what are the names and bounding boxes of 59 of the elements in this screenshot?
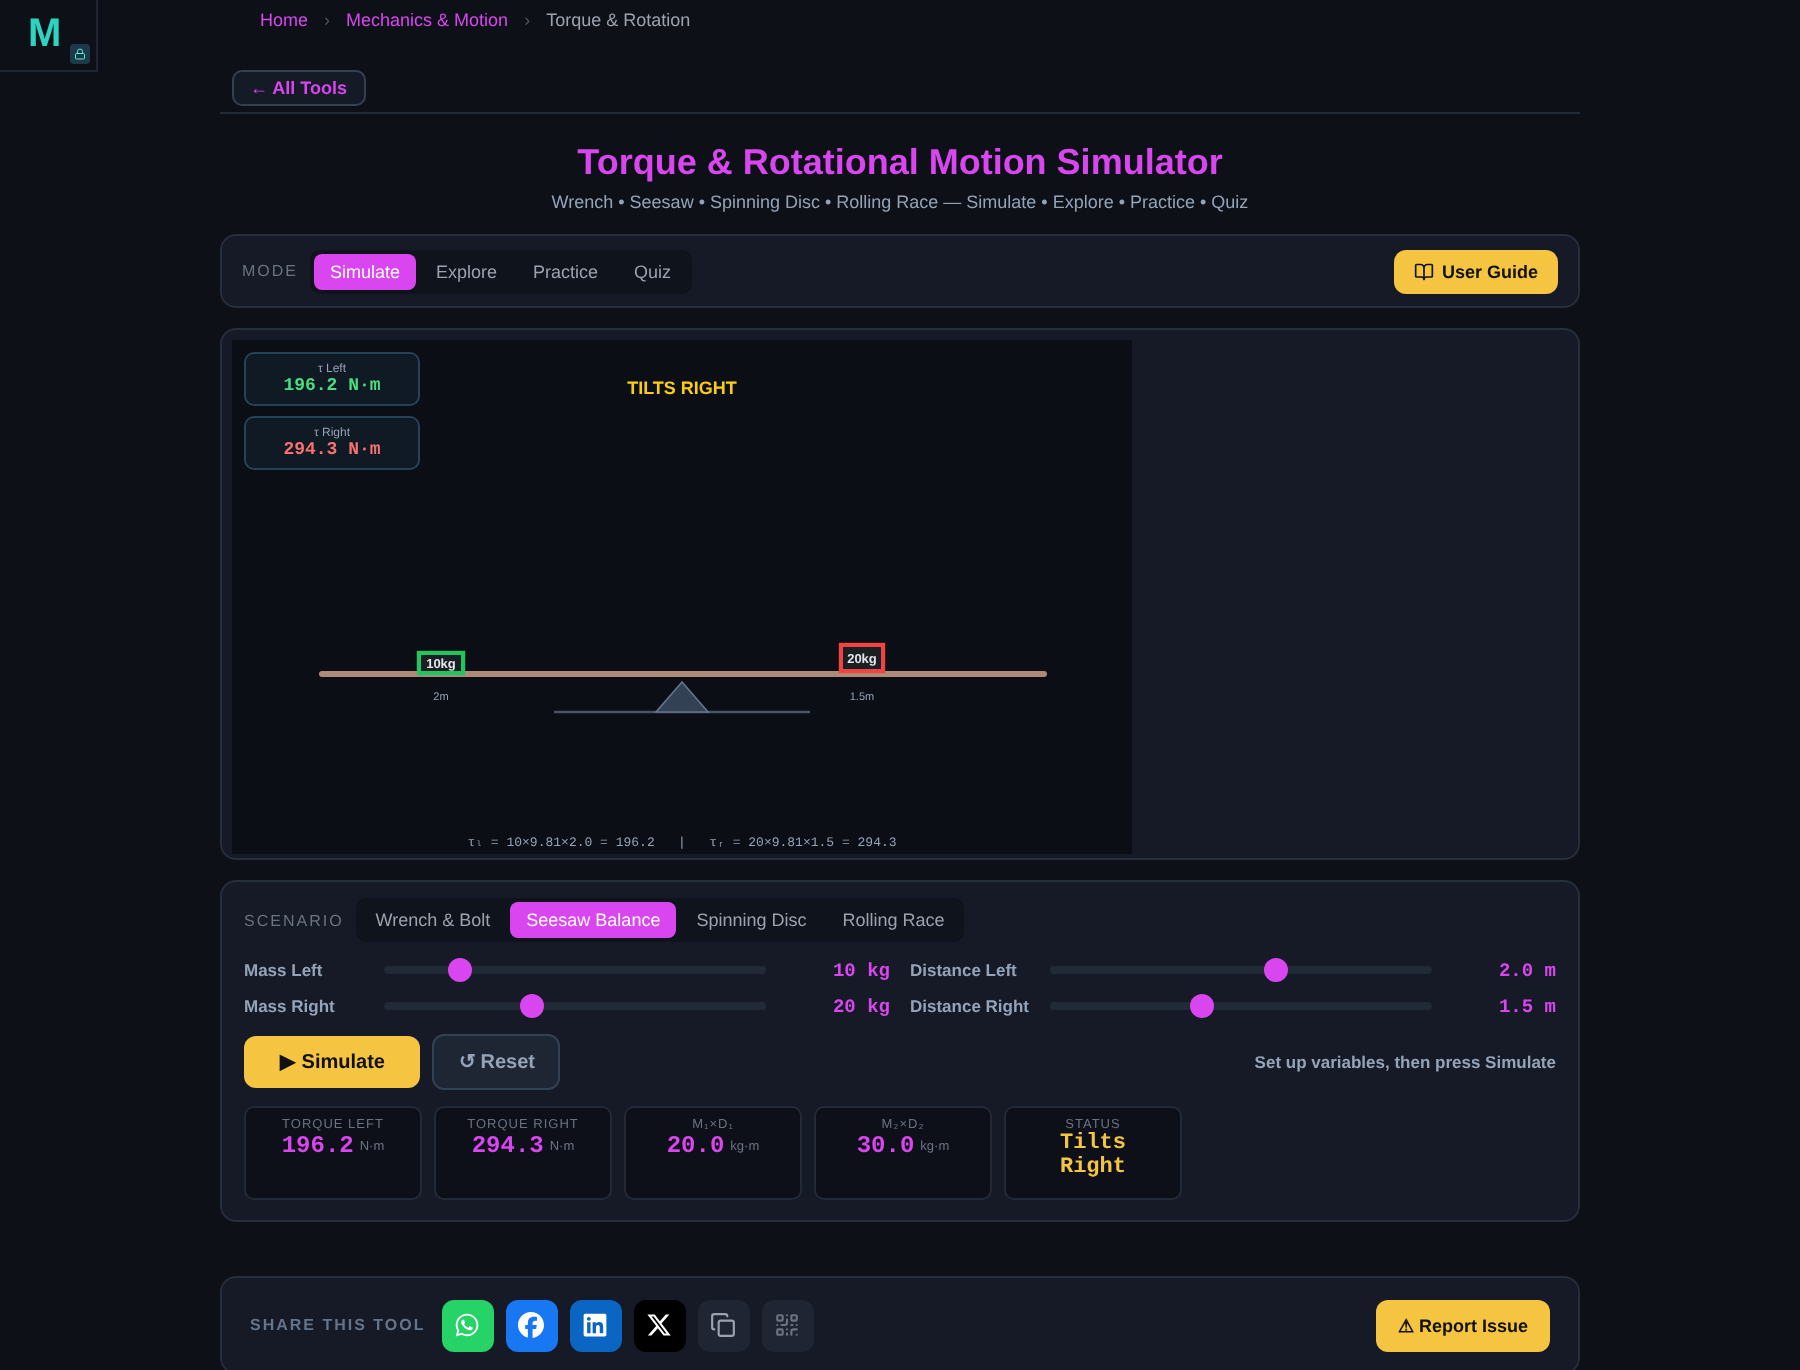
tab[interactable]: Wrench & Bolt — [359, 902, 507, 938]
slider-value: 1.5 m — [1496, 995, 1556, 1017]
tab[interactable]: Quiz — [618, 253, 688, 289]
verdict-label: TILTS RIGHT — [627, 378, 737, 398]
copy-link-button[interactable] — [697, 1299, 750, 1351]
slider-value: 20 kg — [830, 995, 890, 1017]
breadcrumb-link[interactable]: Mechanics & Motion — [346, 10, 509, 30]
report-issue-button[interactable]: ⚠ Report Issue — [1375, 1299, 1550, 1351]
tab[interactable]: Spinning Disc — [680, 902, 823, 938]
readout-value: 196.2 N·m — [283, 375, 381, 395]
breadcrumb-link[interactable]: Home — [260, 10, 309, 30]
share-button[interactable] — [569, 1299, 622, 1351]
qr-code-icon — [774, 1312, 801, 1338]
lock-icon — [70, 44, 90, 64]
slider-label: Distance Left — [910, 960, 1019, 980]
slider-thumb[interactable] — [448, 958, 473, 982]
stat-value: 30.0 — [856, 1132, 915, 1160]
facebook-icon — [518, 1312, 545, 1338]
mode-label: MODE — [242, 262, 298, 280]
tab[interactable]: Practice — [517, 253, 615, 289]
slider-value: 2.0 m — [1496, 959, 1556, 981]
slider-thumb[interactable] — [1263, 958, 1288, 982]
user-guide-button[interactable]: User Guide — [1393, 249, 1558, 293]
readout-value: 294.3 N·m — [283, 439, 381, 459]
share-button[interactable] — [505, 1299, 558, 1351]
simulate-button[interactable]: ▶ Simulate — [244, 1036, 421, 1088]
stat-value: 196.2 — [281, 1132, 354, 1160]
whatsapp-icon — [454, 1312, 481, 1338]
stat-value: 294.3 — [471, 1132, 544, 1160]
stat-value: 20.0 — [666, 1132, 725, 1160]
fulcrum-triangle — [654, 680, 710, 713]
slider-label: Distance Right — [910, 996, 1032, 1016]
share-button[interactable] — [633, 1299, 686, 1351]
linkedin-icon — [582, 1312, 609, 1338]
share-button[interactable] — [441, 1299, 494, 1351]
copy-icon — [710, 1312, 737, 1338]
slider-label: Mass Right — [244, 996, 337, 1016]
book-icon — [1413, 261, 1434, 281]
status-value: Tilts Right — [1057, 1132, 1128, 1180]
slider-thumb[interactable] — [1190, 994, 1215, 1018]
x-icon — [646, 1312, 673, 1338]
all-tools-button[interactable]: ← All Tools — [232, 70, 365, 106]
logo-letter: M — [28, 12, 62, 58]
tab[interactable]: Rolling Race — [826, 902, 961, 938]
page-subtitle: Wrench • Seesaw • Spinning Disc • Rolling Race — Simulate • Explore • Practice • Quiz — [549, 192, 1251, 212]
scenario-label: SCENARIO — [244, 911, 344, 929]
breadcrumb-separator: › — [324, 10, 331, 30]
tab[interactable]: Explore — [420, 253, 514, 289]
share-label: SHARE THIS TOOL — [250, 1316, 426, 1334]
logo-tile[interactable]: M — [0, 0, 98, 72]
qr-code-button[interactable] — [761, 1299, 814, 1351]
page-title: Torque & Rotational Motion Simulator — [575, 142, 1225, 184]
slider-label: Mass Left — [244, 960, 325, 980]
slider-thumb[interactable] — [520, 994, 545, 1018]
hint-text: Set up variables, then press Simulate — [1254, 1052, 1556, 1072]
breadcrumb-current: Torque & Rotation — [546, 10, 691, 30]
reset-button[interactable]: ↺ Reset — [432, 1034, 561, 1090]
slider-value: 10 kg — [830, 959, 890, 981]
breadcrumb-separator: › — [524, 10, 531, 30]
